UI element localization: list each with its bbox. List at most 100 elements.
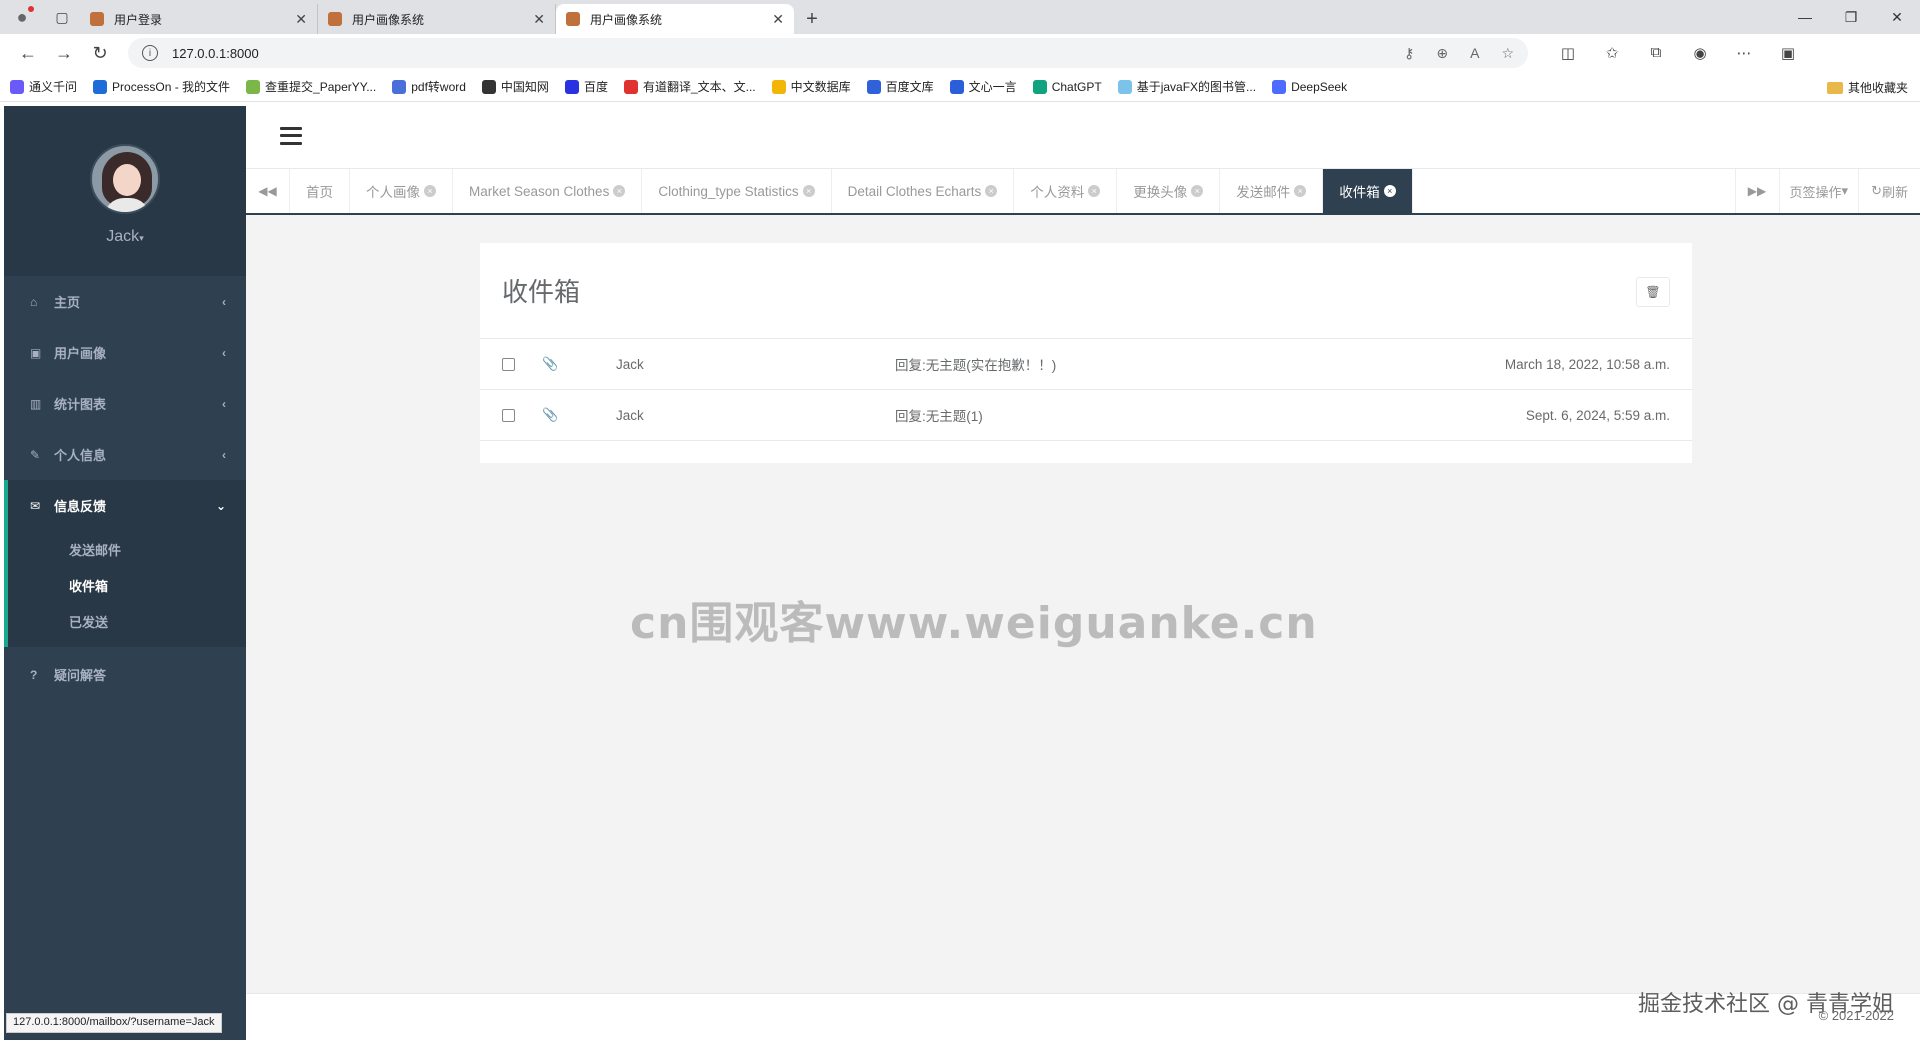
collections-icon[interactable]: ⧉ (1634, 44, 1678, 62)
tabs-scroll-left-icon[interactable]: ◀◀ (246, 169, 290, 213)
page-tab-active[interactable]: 收件箱 × (1323, 169, 1413, 213)
mail-sender[interactable]: Jack (616, 408, 644, 423)
bookmark-item[interactable]: 有道翻译_文本、文... (623, 78, 756, 95)
bookmark-item[interactable]: 基于javaFX的图书管... (1117, 78, 1256, 95)
submenu-item-inbox[interactable]: 收件箱 (8, 567, 246, 603)
close-tab-icon[interactable]: × (1294, 185, 1307, 197)
site-favicon-icon (328, 12, 342, 26)
bookmark-item[interactable]: 通义千问 (10, 78, 77, 95)
page-tab[interactable]: Market Season Clothes × (453, 169, 643, 213)
bookmark-favicon-icon (771, 79, 786, 94)
bookmark-item[interactable]: ChatGPT (1032, 79, 1102, 94)
favorite-star-icon[interactable]: ☆ (1501, 45, 1514, 62)
menu-item-feedback[interactable]: ✉ 信息反馈 ⌄ (8, 480, 246, 531)
menu-item[interactable]: ⌂ 主页 ‹ (4, 276, 246, 327)
bookmark-item[interactable]: pdf转word (392, 78, 466, 95)
site-favicon-icon (90, 12, 104, 26)
menu-item-label: 主页 (54, 295, 81, 310)
close-tab-icon[interactable]: × (1088, 185, 1101, 197)
browser-tab-active[interactable]: 用户画像系统 ✕ (556, 4, 794, 34)
new-tab-button[interactable]: + (794, 4, 830, 34)
page-tab[interactable]: 个人画像 × (350, 169, 453, 213)
menu-item-label: 统计图表 (54, 397, 107, 412)
url-text[interactable]: 127.0.0.1:8000 (172, 46, 1382, 61)
page-tab-label: 个人资料 (1030, 185, 1085, 200)
close-tab-icon[interactable]: ✕ (295, 11, 307, 28)
sidebar-toggle-icon[interactable]: ▣ (1766, 44, 1810, 62)
zoom-icon[interactable]: ⊕ (1436, 45, 1448, 62)
read-aloud-icon[interactable]: A (1470, 45, 1479, 61)
close-tab-icon[interactable]: × (613, 185, 626, 197)
question-icon: ? (30, 667, 38, 682)
page-tab-label: 收件箱 (1339, 185, 1380, 200)
submenu-item-send-mail[interactable]: 发送邮件 (8, 531, 246, 567)
restore-icon[interactable]: ❐ (1828, 0, 1874, 34)
close-tab-icon[interactable]: × (802, 185, 815, 197)
other-bookmarks-folder[interactable]: 其他收藏夹 (1826, 79, 1908, 96)
close-window-icon[interactable]: ✕ (1874, 0, 1920, 34)
close-tab-icon[interactable]: × (1191, 185, 1204, 197)
tab-actions-icon[interactable]: ▢ (44, 0, 80, 34)
menu-item[interactable]: ▥ 统计图表 ‹ (4, 378, 246, 429)
submenu-item-sent[interactable]: 已发送 (8, 603, 246, 639)
menu-feedback-open: ✉ 信息反馈 ⌄ 发送邮件 收件箱 已发送 (4, 480, 246, 647)
bookmark-item[interactable]: ProcessOn - 我的文件 (93, 78, 230, 95)
close-tab-icon[interactable]: × (985, 185, 998, 197)
page-tab[interactable]: 个人资料 × (1014, 169, 1118, 213)
url-field[interactable]: i 127.0.0.1:8000 ⚷ ⊕ A ☆ (128, 38, 1528, 68)
mail-subject[interactable]: 回复:无主题(1) (895, 405, 983, 425)
mail-row[interactable]: 📎 Jack 回复:无主题(实在抱歉！！) March 18, 2022, 10:58… (480, 339, 1692, 390)
site-info-icon[interactable]: i (142, 45, 158, 61)
avatar[interactable] (90, 144, 160, 214)
hamburger-menu-icon[interactable] (280, 126, 302, 145)
page-tab[interactable]: 更换头像 × (1117, 169, 1221, 213)
page-tab[interactable]: Detail Clothes Echarts × (832, 169, 1015, 213)
username-dropdown[interactable]: Jack▾ (106, 228, 143, 246)
bookmark-item[interactable]: 文心一言 (949, 78, 1017, 95)
more-icon[interactable]: ⋯ (1722, 44, 1766, 62)
select-checkbox[interactable] (502, 357, 515, 371)
profile-icon[interactable]: ● (0, 0, 44, 34)
menu-item[interactable]: ✎ 个人信息 ‹ (4, 429, 246, 480)
extensions-icon[interactable]: ◉ (1678, 44, 1722, 62)
browser-tab[interactable]: 用户登录 ✕ (80, 4, 318, 34)
mail-subject[interactable]: 回复:无主题(实在抱歉！！) (895, 354, 1056, 374)
split-screen-icon[interactable]: ◫ (1546, 44, 1590, 62)
favorites-icon[interactable]: ✩ (1590, 44, 1634, 62)
chevron-down-icon: ⌄ (215, 498, 226, 513)
menu-item-faq[interactable]: ? 疑问解答 (4, 649, 246, 700)
close-tab-icon[interactable]: × (424, 185, 436, 197)
tabs-scroll-right-icon[interactable]: ▶▶ (1734, 169, 1779, 213)
bookmark-label: 百度 (583, 80, 608, 94)
bookmark-item[interactable]: 中国知网 (481, 78, 549, 95)
mail-row[interactable]: 📎 Jack 回复:无主题(1) Sept. 6, 2024, 5:59 a.m. (480, 390, 1692, 441)
page-tab-label: Market Season Clothes (469, 183, 610, 199)
close-tab-icon[interactable]: × (1383, 185, 1396, 197)
mail-sender[interactable]: Jack (616, 357, 644, 372)
page-tab[interactable]: 发送邮件 × (1220, 169, 1324, 213)
app: Jack▾ ⌂ 主页 ‹ ▣ 用户画像 ‹ ▥ 统计图表 ‹ ✎ 个人信息 ‹ ✉ 信息反馈 ⌄ 发送… (0, 103, 1920, 1040)
delete-button[interactable]: 🗑 (1636, 277, 1670, 307)
reload-icon[interactable]: ↻ (82, 38, 118, 68)
close-tab-icon[interactable]: ✕ (533, 11, 545, 28)
refresh-button[interactable]: ↻ 刷新 (1858, 169, 1920, 213)
bookmark-item[interactable]: 百度文库 (866, 78, 934, 95)
key-icon[interactable]: ⚷ (1404, 45, 1414, 62)
back-icon[interactable]: ← (10, 38, 46, 68)
browser-tab[interactable]: 用户画像系统 ✕ (318, 4, 556, 34)
bookmark-item[interactable]: 百度 (564, 78, 608, 95)
bookmark-item[interactable]: 中文数据库 (771, 78, 851, 95)
tab-ops-dropdown[interactable]: 页签操作 ▾ (1778, 169, 1859, 213)
forward-icon[interactable]: → (46, 38, 82, 68)
select-checkbox[interactable] (502, 408, 515, 422)
window-controls: — ❐ ✕ (1782, 0, 1920, 34)
close-tab-icon[interactable]: ✕ (772, 11, 784, 28)
minimize-icon[interactable]: — (1782, 0, 1828, 34)
edit-icon: ✎ (30, 447, 41, 462)
bookmark-item[interactable]: DeepSeek (1272, 79, 1347, 94)
page-tab[interactable]: Clothing_type Statistics × (642, 169, 832, 213)
bookmark-item[interactable]: 查重提交_PaperYY... (246, 78, 376, 95)
menu-item[interactable]: ▣ 用户画像 ‹ (4, 327, 246, 378)
bookmark-label: 通义千问 (29, 80, 78, 94)
page-tab[interactable]: 首页 (290, 169, 350, 213)
